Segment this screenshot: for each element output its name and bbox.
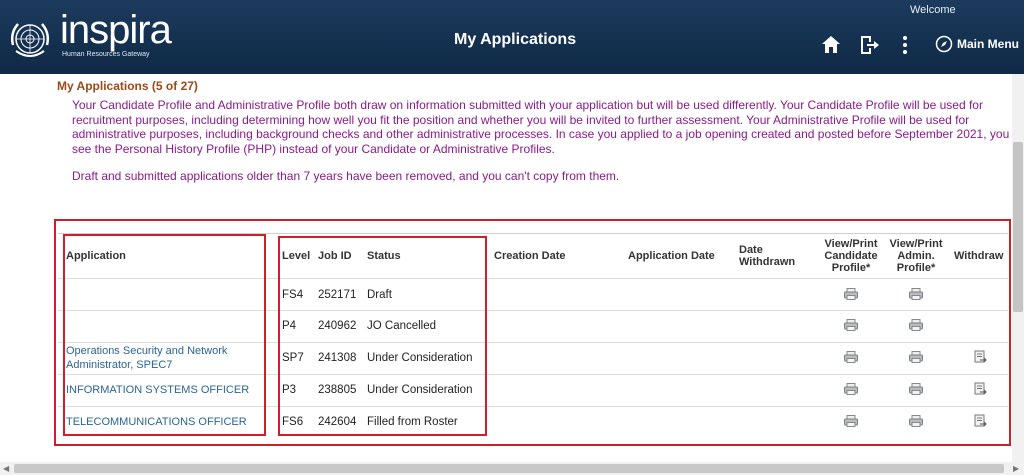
- intro-paragraph: Your Candidate Profile and Administrativ…: [72, 98, 1010, 156]
- page-title: My Applications: [454, 31, 577, 48]
- logout-icon[interactable]: [858, 34, 880, 56]
- highlight-box-application-column: [63, 234, 266, 436]
- main-menu-button[interactable]: Main Menu: [935, 34, 1019, 54]
- home-icon[interactable]: [820, 34, 842, 56]
- vertical-scrollbar-thumb[interactable]: [1013, 142, 1023, 312]
- vertical-ellipsis-icon[interactable]: [894, 34, 916, 56]
- horizontal-scrollbar-thumb[interactable]: [14, 464, 1004, 473]
- scroll-left-arrow-icon[interactable]: ◀: [3, 464, 9, 473]
- compass-icon: [935, 35, 953, 53]
- main-menu-label: Main Menu: [957, 37, 1019, 51]
- scroll-right-arrow-icon[interactable]: ▶: [1013, 464, 1019, 473]
- retention-note: Draft and submitted applications older t…: [72, 169, 620, 183]
- logo-text: inspira: [60, 8, 172, 52]
- app-header: inspira Human Resources Gateway Welcome …: [0, 0, 1024, 74]
- un-emblem-icon: [10, 23, 50, 57]
- highlight-box-level-status-columns: [278, 236, 487, 436]
- logo-subtitle: Human Resources Gateway: [62, 51, 150, 58]
- applications-count-title: My Applications (5 of 27): [57, 79, 198, 93]
- welcome-text: Welcome: [910, 4, 956, 16]
